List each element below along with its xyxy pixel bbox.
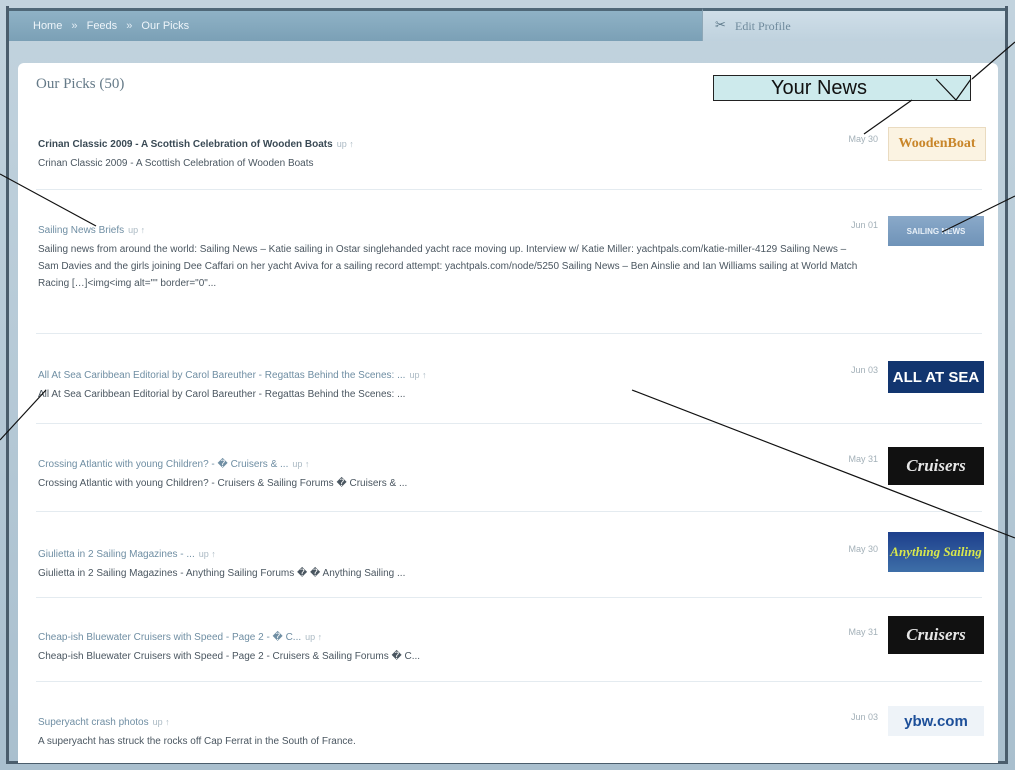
item-thumbnail[interactable]: Anything Sailing bbox=[888, 532, 984, 572]
divider bbox=[36, 423, 982, 424]
divider bbox=[36, 511, 982, 512]
item-date: Jun 03 bbox=[850, 712, 878, 722]
item-title-link[interactable]: Crossing Atlantic with young Children? -… bbox=[38, 459, 288, 470]
item-title-link[interactable]: Sailing News Briefs bbox=[38, 225, 124, 236]
thumbs-up-vote-icon[interactable]: up ↑ bbox=[292, 459, 309, 469]
list-item: Cheap-ish Bluewater Cruisers with Speed … bbox=[38, 627, 998, 665]
thumbnail-logo-text: WoodenBoat bbox=[898, 136, 976, 151]
item-description: A superyacht has struck the rocks off Ca… bbox=[38, 736, 356, 747]
list-item: Crossing Atlantic with young Children? -… bbox=[38, 454, 998, 492]
thumbs-up-vote-icon[interactable]: up ↑ bbox=[128, 225, 145, 235]
list-item: All At Sea Caribbean Editorial by Carol … bbox=[38, 365, 998, 403]
item-title-link[interactable]: Superyacht crash photos bbox=[38, 717, 149, 728]
list-item: Giulietta in 2 Sailing Magazines - ... up… bbox=[38, 544, 998, 582]
thumbs-up-vote-icon[interactable]: up ↑ bbox=[305, 632, 322, 642]
thumbnail-logo-text: Anything Sailing bbox=[890, 544, 982, 559]
thumbs-up-vote-icon[interactable]: up ↑ bbox=[153, 717, 170, 727]
list-item: Sailing News Briefs up ↑ Sailing news fro… bbox=[38, 220, 998, 292]
item-date: May 30 bbox=[848, 134, 878, 144]
thumbs-up-vote-icon[interactable]: up ↑ bbox=[199, 549, 216, 559]
list-item: Superyacht crash photos up ↑ A superyacht… bbox=[38, 712, 998, 750]
your-news-callout-label: Your News bbox=[771, 77, 867, 99]
item-description: Sailing news from around the world: Sail… bbox=[38, 244, 858, 289]
item-description: Crinan Classic 2009 - A Scottish Celebra… bbox=[38, 158, 314, 169]
thumbs-up-vote-icon[interactable]: up ↑ bbox=[337, 139, 354, 149]
item-title-link[interactable]: Cheap-ish Bluewater Cruisers with Speed … bbox=[38, 632, 301, 643]
thumbnail-logo-text: SAILING NEWS bbox=[906, 226, 966, 236]
thumbnail-logo-text: Cruisers bbox=[906, 625, 966, 644]
item-date: May 30 bbox=[848, 544, 878, 554]
item-thumbnail[interactable]: Cruisers bbox=[888, 616, 984, 654]
divider bbox=[36, 333, 982, 334]
item-thumbnail[interactable]: ALL AT SEA bbox=[888, 361, 984, 393]
thumbnail-logo-text: Cruisers bbox=[906, 456, 966, 475]
item-description: All At Sea Caribbean Editorial by Carol … bbox=[38, 389, 406, 400]
item-date: Jun 03 bbox=[850, 365, 878, 375]
divider bbox=[36, 189, 982, 190]
item-description: Crossing Atlantic with young Children? -… bbox=[38, 478, 408, 489]
divider bbox=[36, 681, 982, 682]
page-title: Our Picks (50) bbox=[36, 76, 125, 92]
item-description: Giulietta in 2 Sailing Magazines - Anyth… bbox=[38, 568, 406, 579]
item-thumbnail[interactable]: Cruisers bbox=[888, 447, 984, 485]
thumbnail-logo-text: ybw.com bbox=[904, 712, 968, 730]
item-date: May 31 bbox=[848, 454, 878, 464]
item-thumbnail[interactable]: WoodenBoat bbox=[888, 127, 986, 161]
your-news-callout: Your News bbox=[713, 75, 971, 101]
item-description: Cheap-ish Bluewater Cruisers with Speed … bbox=[38, 651, 421, 662]
item-title-link[interactable]: All At Sea Caribbean Editorial by Carol … bbox=[38, 370, 405, 381]
item-thumbnail[interactable]: SAILING NEWS bbox=[888, 216, 984, 246]
item-date: Jun 01 bbox=[850, 220, 878, 230]
item-date: May 31 bbox=[848, 627, 878, 637]
thumbs-up-vote-icon[interactable]: up ↑ bbox=[409, 370, 426, 380]
thumbnail-logo-text: ALL AT SEA bbox=[892, 368, 980, 386]
list-item: Crinan Classic 2009 - A Scottish Celebra… bbox=[38, 134, 998, 172]
item-thumbnail[interactable]: ybw.com bbox=[888, 706, 984, 736]
item-title-link[interactable]: Giulietta in 2 Sailing Magazines - ... bbox=[38, 549, 195, 560]
item-title-link[interactable]: Crinan Classic 2009 - A Scottish Celebra… bbox=[38, 139, 333, 150]
divider bbox=[36, 597, 982, 598]
